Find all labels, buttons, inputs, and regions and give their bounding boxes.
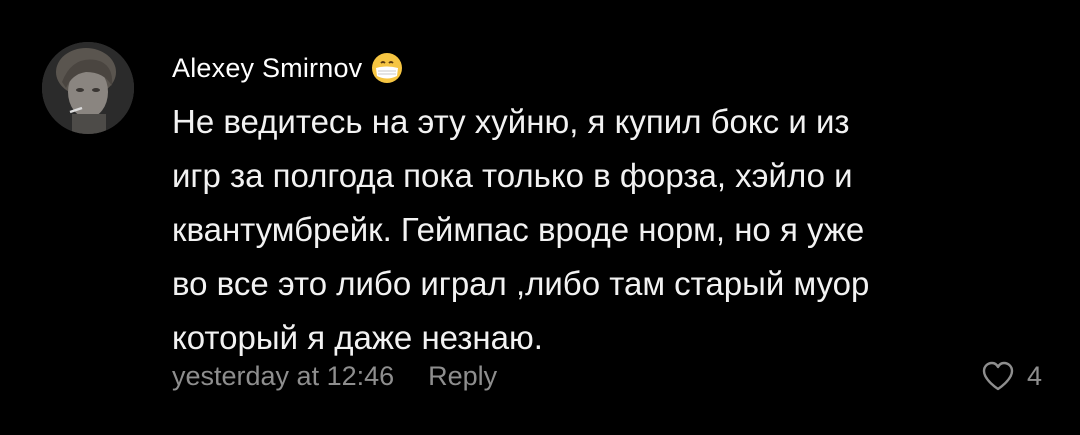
author-name[interactable]: Alexey Smirnov bbox=[172, 53, 362, 84]
comment-meta: yesterday at 12:46 Reply bbox=[172, 356, 497, 396]
face-with-medical-mask-icon bbox=[370, 51, 404, 85]
like-control: 4 bbox=[981, 356, 1042, 396]
avatar[interactable] bbox=[42, 42, 134, 134]
like-count: 4 bbox=[1026, 360, 1042, 391]
avatar-photo bbox=[42, 42, 134, 134]
reply-button[interactable]: Reply bbox=[428, 361, 497, 392]
timestamp: yesterday at 12:46 bbox=[172, 360, 395, 391]
author-row: Alexey Smirnov bbox=[172, 48, 404, 88]
comment-text: Не ведитесь на эту хуйню, я купил бокс и… bbox=[172, 103, 870, 356]
comment: Alexey Smirnov Не ведитесь на эту хуйню,… bbox=[0, 0, 1080, 435]
heart-outline-icon[interactable] bbox=[981, 360, 1015, 392]
